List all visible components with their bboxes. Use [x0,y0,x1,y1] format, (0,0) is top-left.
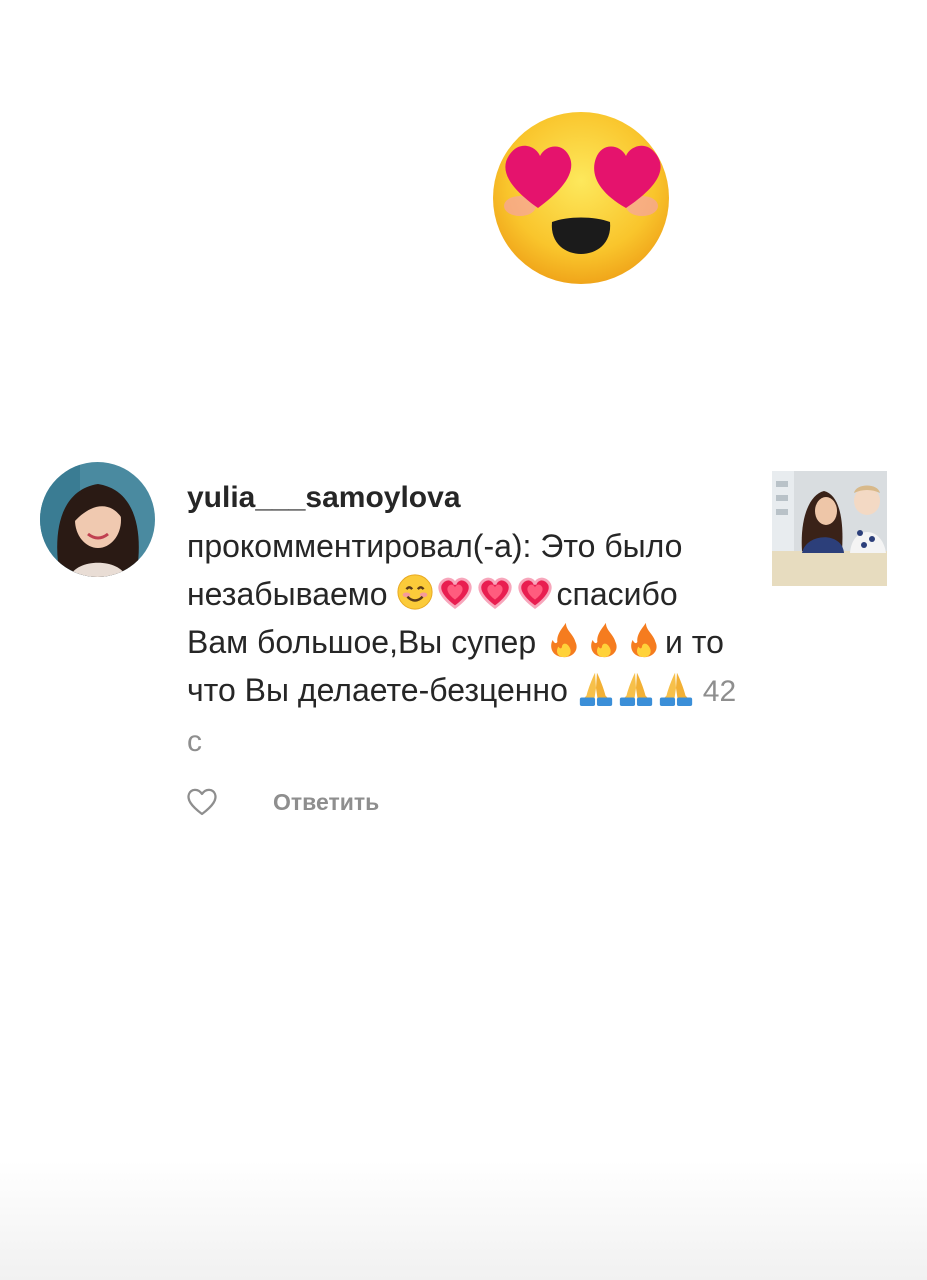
fire-icon [545,621,583,659]
comment-actions: Ответить [186,786,379,818]
avatar[interactable] [40,462,155,577]
folded-hands-icon [577,669,615,707]
reply-button[interactable]: Ответить [273,789,379,816]
bottom-fade [0,1160,927,1280]
sparkling-heart-icon [516,573,554,611]
folded-hands-icon [617,669,655,707]
post-thumbnail[interactable] [772,471,887,586]
heart-eyes-emoji-icon [490,110,672,286]
sparkling-heart-icon [436,573,474,611]
smiling-face-icon [396,573,434,611]
comment-username[interactable]: yulia___samoylova [187,478,747,518]
like-heart-icon[interactable] [186,787,218,817]
folded-hands-icon [657,669,695,707]
comment: yulia___samoylova прокомментировал(-а): … [187,478,747,766]
sparkling-heart-icon [476,573,514,611]
fire-icon [625,621,663,659]
comment-text: прокомментировал(-а): Это было незабывае… [187,522,747,766]
fire-icon [585,621,623,659]
